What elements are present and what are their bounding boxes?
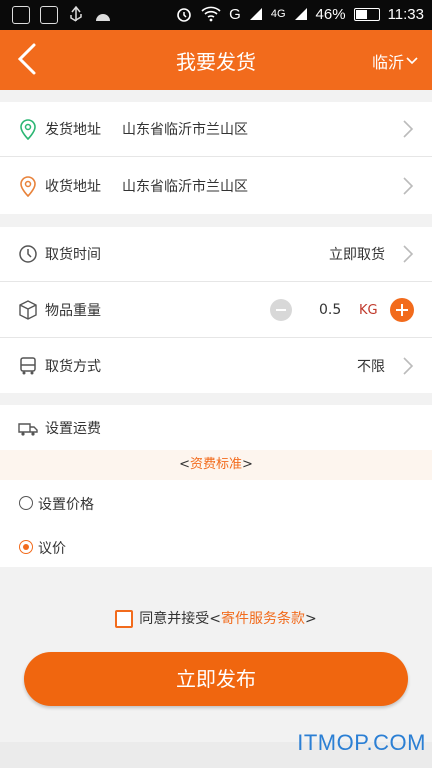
- chevron-right-icon: [403, 356, 414, 375]
- wifi-icon: [201, 6, 221, 22]
- set-price-radio[interactable]: [19, 496, 33, 510]
- chevron-right-icon: [403, 176, 414, 195]
- receiver-address-value: 山东省临沂市兰山区: [122, 178, 248, 195]
- sender-address-label: 发货地址: [45, 122, 101, 138]
- fee-standard-link[interactable]: 资费标准: [190, 457, 242, 472]
- agreement-text: 同意并接受<: [139, 611, 221, 627]
- pickup-section: 取货时间 立即取货 物品重量 0.5 KG 取货方式 不限: [0, 227, 432, 393]
- fee-standard-bar: <资费标准>: [0, 450, 432, 480]
- code-icon: [40, 6, 58, 24]
- agreement-row: 同意并接受<寄件服务条款>: [0, 608, 432, 632]
- address-section: 发货地址 山东省临沂市兰山区 收货地址 山东省临沂市兰山区: [0, 102, 432, 214]
- fee-options: 设置价格 议价: [0, 480, 432, 567]
- clock: 11:33: [387, 5, 424, 23]
- network-type-label: 4G: [270, 8, 286, 20]
- increase-weight-button[interactable]: [390, 298, 414, 322]
- item-weight-label: 物品重量: [45, 303, 101, 319]
- receiver-address-row[interactable]: 收货地址 山东省临沂市兰山区: [0, 158, 432, 213]
- negotiate-label[interactable]: 议价: [38, 538, 66, 558]
- pickup-method-label: 取货方式: [45, 358, 101, 375]
- package-icon: [19, 300, 37, 320]
- location-pin-icon: [20, 175, 36, 197]
- alarm-icon: [177, 8, 191, 22]
- publish-button[interactable]: 立即发布: [24, 652, 408, 706]
- city-selector[interactable]: 临沂: [372, 49, 418, 73]
- delivery-truck-icon: [18, 422, 38, 436]
- truck-icon: [20, 356, 36, 374]
- pickup-method-row[interactable]: 取货方式 不限: [0, 338, 432, 393]
- battery-percent: 46%: [315, 5, 346, 23]
- signal-icon: [249, 8, 262, 20]
- battery-icon: [353, 7, 380, 21]
- signal-2-icon: [294, 8, 307, 20]
- sender-address-row[interactable]: 发货地址 山东省临沂市兰山区: [0, 102, 432, 157]
- location-pin-icon: [20, 119, 36, 140]
- decrease-weight-button[interactable]: [270, 299, 292, 321]
- agreement-suffix: >: [305, 611, 317, 627]
- fee-title: 设置运费: [45, 420, 101, 437]
- status-bar: G 4G 46% 11:33: [0, 0, 432, 30]
- receiver-address-label: 收货地址: [45, 178, 101, 195]
- header-bar: 我要发货 临沂: [0, 30, 432, 90]
- item-weight-row: 物品重量 0.5 KG: [0, 283, 432, 338]
- city-label: 临沂: [371, 53, 404, 72]
- fee-standard-suffix: >: [242, 457, 253, 472]
- chevron-right-icon: [403, 120, 414, 138]
- fee-title-row: 设置运费: [0, 405, 432, 450]
- photo-icon: [12, 6, 30, 24]
- signal-type-label: G: [229, 5, 241, 23]
- agreement-link[interactable]: 寄件服务条款: [221, 611, 305, 627]
- set-price-label[interactable]: 设置价格: [38, 494, 94, 514]
- watermark: ITMOP.COM: [297, 730, 426, 755]
- android-icon: [96, 14, 110, 21]
- pickup-time-label: 取货时间: [45, 247, 101, 263]
- pickup-time-row[interactable]: 取货时间 立即取货: [0, 227, 432, 282]
- chevron-down-icon: [406, 57, 418, 65]
- negotiate-radio[interactable]: [19, 540, 33, 554]
- weight-value: 0.5: [319, 302, 342, 318]
- pickup-method-value: 不限: [357, 358, 385, 375]
- usb-icon: [70, 6, 82, 22]
- fee-standard-prefix: <: [179, 457, 190, 472]
- agreement-checkbox[interactable]: [115, 610, 134, 628]
- page-title: 我要发货: [176, 50, 256, 74]
- sender-address-value: 山东省临沂市兰山区: [122, 122, 248, 138]
- chevron-right-icon: [403, 245, 414, 263]
- clock-icon: [19, 245, 37, 263]
- weight-unit: KG: [359, 302, 378, 318]
- pickup-time-value: 立即取货: [329, 247, 385, 263]
